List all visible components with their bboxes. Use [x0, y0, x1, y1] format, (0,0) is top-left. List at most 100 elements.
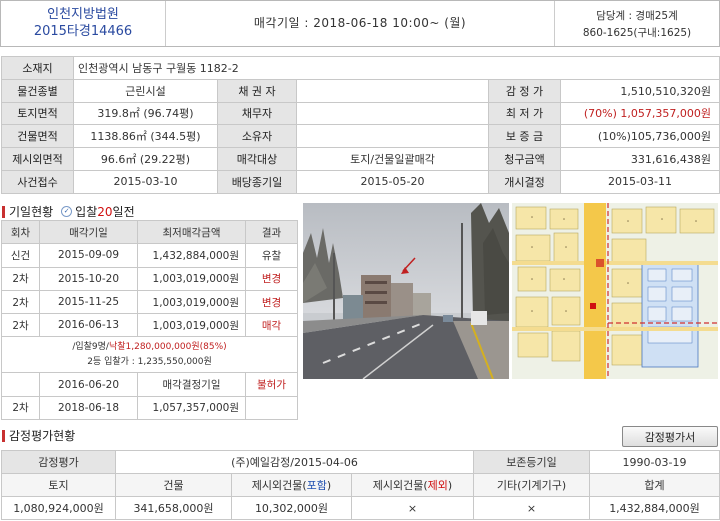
address-label: 소재지 [1, 56, 74, 80]
sale-date: 매각기일 : 2018-06-18 10:00~ (월) [253, 16, 467, 30]
min-price-cell: 1,057,357,000원 [137, 395, 246, 421]
creditor [296, 78, 489, 103]
min-price-cell: 1,003,019,000원 [137, 313, 246, 338]
sale-date-cell: 2015-09-09 [39, 243, 138, 268]
decision-label: 매각결정기일 [137, 372, 246, 397]
court-block: 인천지방법원 2015타경14466 [1, 1, 166, 46]
col-header: 합계 [589, 473, 720, 497]
info-label: 매각대상 [217, 147, 297, 171]
debtor [296, 101, 489, 126]
address-value: 인천광역시 남동구 구월동 1182-2 [72, 56, 720, 80]
section-marker-icon [2, 429, 5, 442]
info-row: 제시외면적 96.6㎡ (29.22평) 매각대상 토지/건물일괄매각 청구금액… [1, 147, 720, 171]
sale-note: /입찰9명/낙찰1,280,000,000원(85%) 2등 입찰가 : 1,2… [1, 336, 298, 374]
location-map[interactable] [512, 203, 718, 379]
appraisal-label: 감정평가 [1, 450, 116, 474]
result-cell [245, 395, 298, 421]
table-row: 신건 2015-09-09 1,432,884,000원 유찰 [1, 243, 298, 268]
round: 2차 [1, 313, 40, 338]
table-row: 2차 2016-06-13 1,003,019,000원 매각 [1, 313, 298, 338]
info-label: 토지면적 [1, 101, 74, 126]
round: 2차 [1, 289, 40, 315]
case-number[interactable]: 2015타경14466 [1, 23, 165, 40]
section-marker-icon [2, 205, 5, 218]
info-label: 소유자 [217, 124, 297, 149]
dividend-deadline: 2015-05-20 [296, 169, 489, 194]
table-row: 2차 2015-11-25 1,003,019,000원 변경 [1, 289, 298, 315]
col-header: 회차 [1, 219, 40, 245]
property-type: 근린시설 [73, 78, 218, 103]
owner [296, 124, 489, 149]
second-bid: 2등 입찰가 : 1,235,550,000원 [87, 356, 212, 367]
round: 2차 [1, 266, 40, 291]
extra-area: 96.6㎡ (29.22평) [73, 147, 218, 171]
history-title: 기일현황 [9, 205, 54, 219]
land-area: 319.8㎡ (96.74평) [73, 101, 218, 126]
info-label: 최 저 가 [488, 101, 561, 126]
min-price-cell: 1,003,019,000원 [137, 289, 246, 315]
registration-date: 1990-03-19 [589, 450, 720, 474]
col-header: 매각기일 [39, 219, 138, 245]
info-label: 채무자 [217, 101, 297, 126]
commencement-date: 2015-03-11 [559, 169, 720, 194]
court-name: 인천지방법원 [47, 7, 119, 22]
sale-date-cell: 2018-06-18 [39, 395, 138, 421]
min-price-cell: 1,003,019,000원 [137, 266, 246, 291]
property-photo[interactable] [303, 203, 509, 379]
sale-target: 토지/건물일괄매각 [296, 147, 489, 171]
winning-bid: 낙찰1,280,000,000원(85%) [108, 341, 227, 352]
round: 신건 [1, 243, 40, 268]
minimum-price: (70%) 1,057,357,000원 [559, 101, 720, 126]
appraisal-heading: 감정평가현황 [2, 427, 75, 444]
claim-amount: 331,616,438원 [559, 147, 720, 171]
property-info-table: 소재지 인천광역시 남동구 구월동 1182-2 물건종별 근린시설 채 권 자… [1, 56, 720, 194]
history-header-row: 회차 매각기일 최저매각금액 결과 [1, 219, 298, 245]
info-label: 물건종별 [1, 78, 74, 103]
table-row: 2차 2015-10-20 1,003,019,000원 변경 [1, 266, 298, 291]
info-row: 사건접수 2015-03-10 배당종기일 2015-05-20 개시결정 20… [1, 169, 720, 194]
table-row: 2차 2018-06-18 1,057,357,000원 [1, 395, 298, 421]
sale-date-cell: 2015-11-25 [39, 289, 138, 315]
info-label: 청구금액 [488, 147, 561, 171]
result-cell: 유찰 [245, 243, 298, 268]
empty-cell [1, 372, 40, 397]
history-heading: 기일현황 ✓ 입찰20일전 [2, 203, 135, 220]
building-value: 341,658,000원 [115, 496, 232, 520]
case-header: 인천지방법원 2015타경14466 매각기일 : 2018-06-18 10:… [0, 0, 720, 47]
col-header: 토지 [1, 473, 116, 497]
col-header: 최저매각금액 [137, 219, 246, 245]
round: 2차 [1, 395, 40, 421]
result-cell: 변경 [245, 266, 298, 291]
case-received-date: 2015-03-10 [73, 169, 218, 194]
info-label: 감 정 가 [488, 78, 561, 103]
min-price-cell: 1,432,884,000원 [137, 243, 246, 268]
col-header: 제시외건물(제외) [351, 473, 474, 497]
appraisal-table: 감정평가 (주)예일감정/2015-04-06 보존등기일 1990-03-19… [1, 450, 720, 520]
info-label: 개시결정 [488, 169, 561, 194]
decision-result: 불허가 [245, 372, 298, 397]
appraisal-title: 감정평가현황 [9, 429, 76, 443]
appraised-price: 1,510,510,320원 [559, 78, 720, 103]
col-header: 제시외건물(포함) [231, 473, 352, 497]
map-image [512, 203, 718, 379]
manager-phone: 860-1625(구내:1625) [582, 27, 692, 39]
land-value: 1,080,924,000원 [1, 496, 116, 520]
info-label: 제시외면적 [1, 147, 74, 171]
sale-note-row: /입찰9명/낙찰1,280,000,000원(85%) 2등 입찰가 : 1,2… [1, 336, 298, 374]
appraisal-report-button[interactable]: 감정평가서 [622, 426, 718, 447]
street-photo-image [303, 203, 509, 379]
col-header: 기타(기계기구) [473, 473, 590, 497]
info-label: 채 권 자 [217, 78, 297, 103]
extra-building-excluded: × [351, 496, 474, 520]
manager-dept: 담당계 : 경매25계 [596, 10, 678, 22]
building-area: 1138.86㎡ (344.5평) [73, 124, 218, 149]
result-cell: 매각 [245, 313, 298, 338]
manager-block: 담당계 : 경매25계 860-1625(구내:1625) [554, 1, 719, 46]
info-label: 보 증 금 [488, 124, 561, 149]
decision-date: 2016-06-20 [39, 372, 138, 397]
appraisal-agency: (주)예일감정/2015-04-06 [115, 450, 474, 474]
decision-row: 2016-06-20 매각결정기일 불허가 [1, 372, 298, 397]
appraisal-summary-row: 감정평가 (주)예일감정/2015-04-06 보존등기일 1990-03-19 [1, 450, 720, 474]
bidder-count: /입찰9명/ [72, 341, 109, 352]
info-label: 건물면적 [1, 124, 74, 149]
